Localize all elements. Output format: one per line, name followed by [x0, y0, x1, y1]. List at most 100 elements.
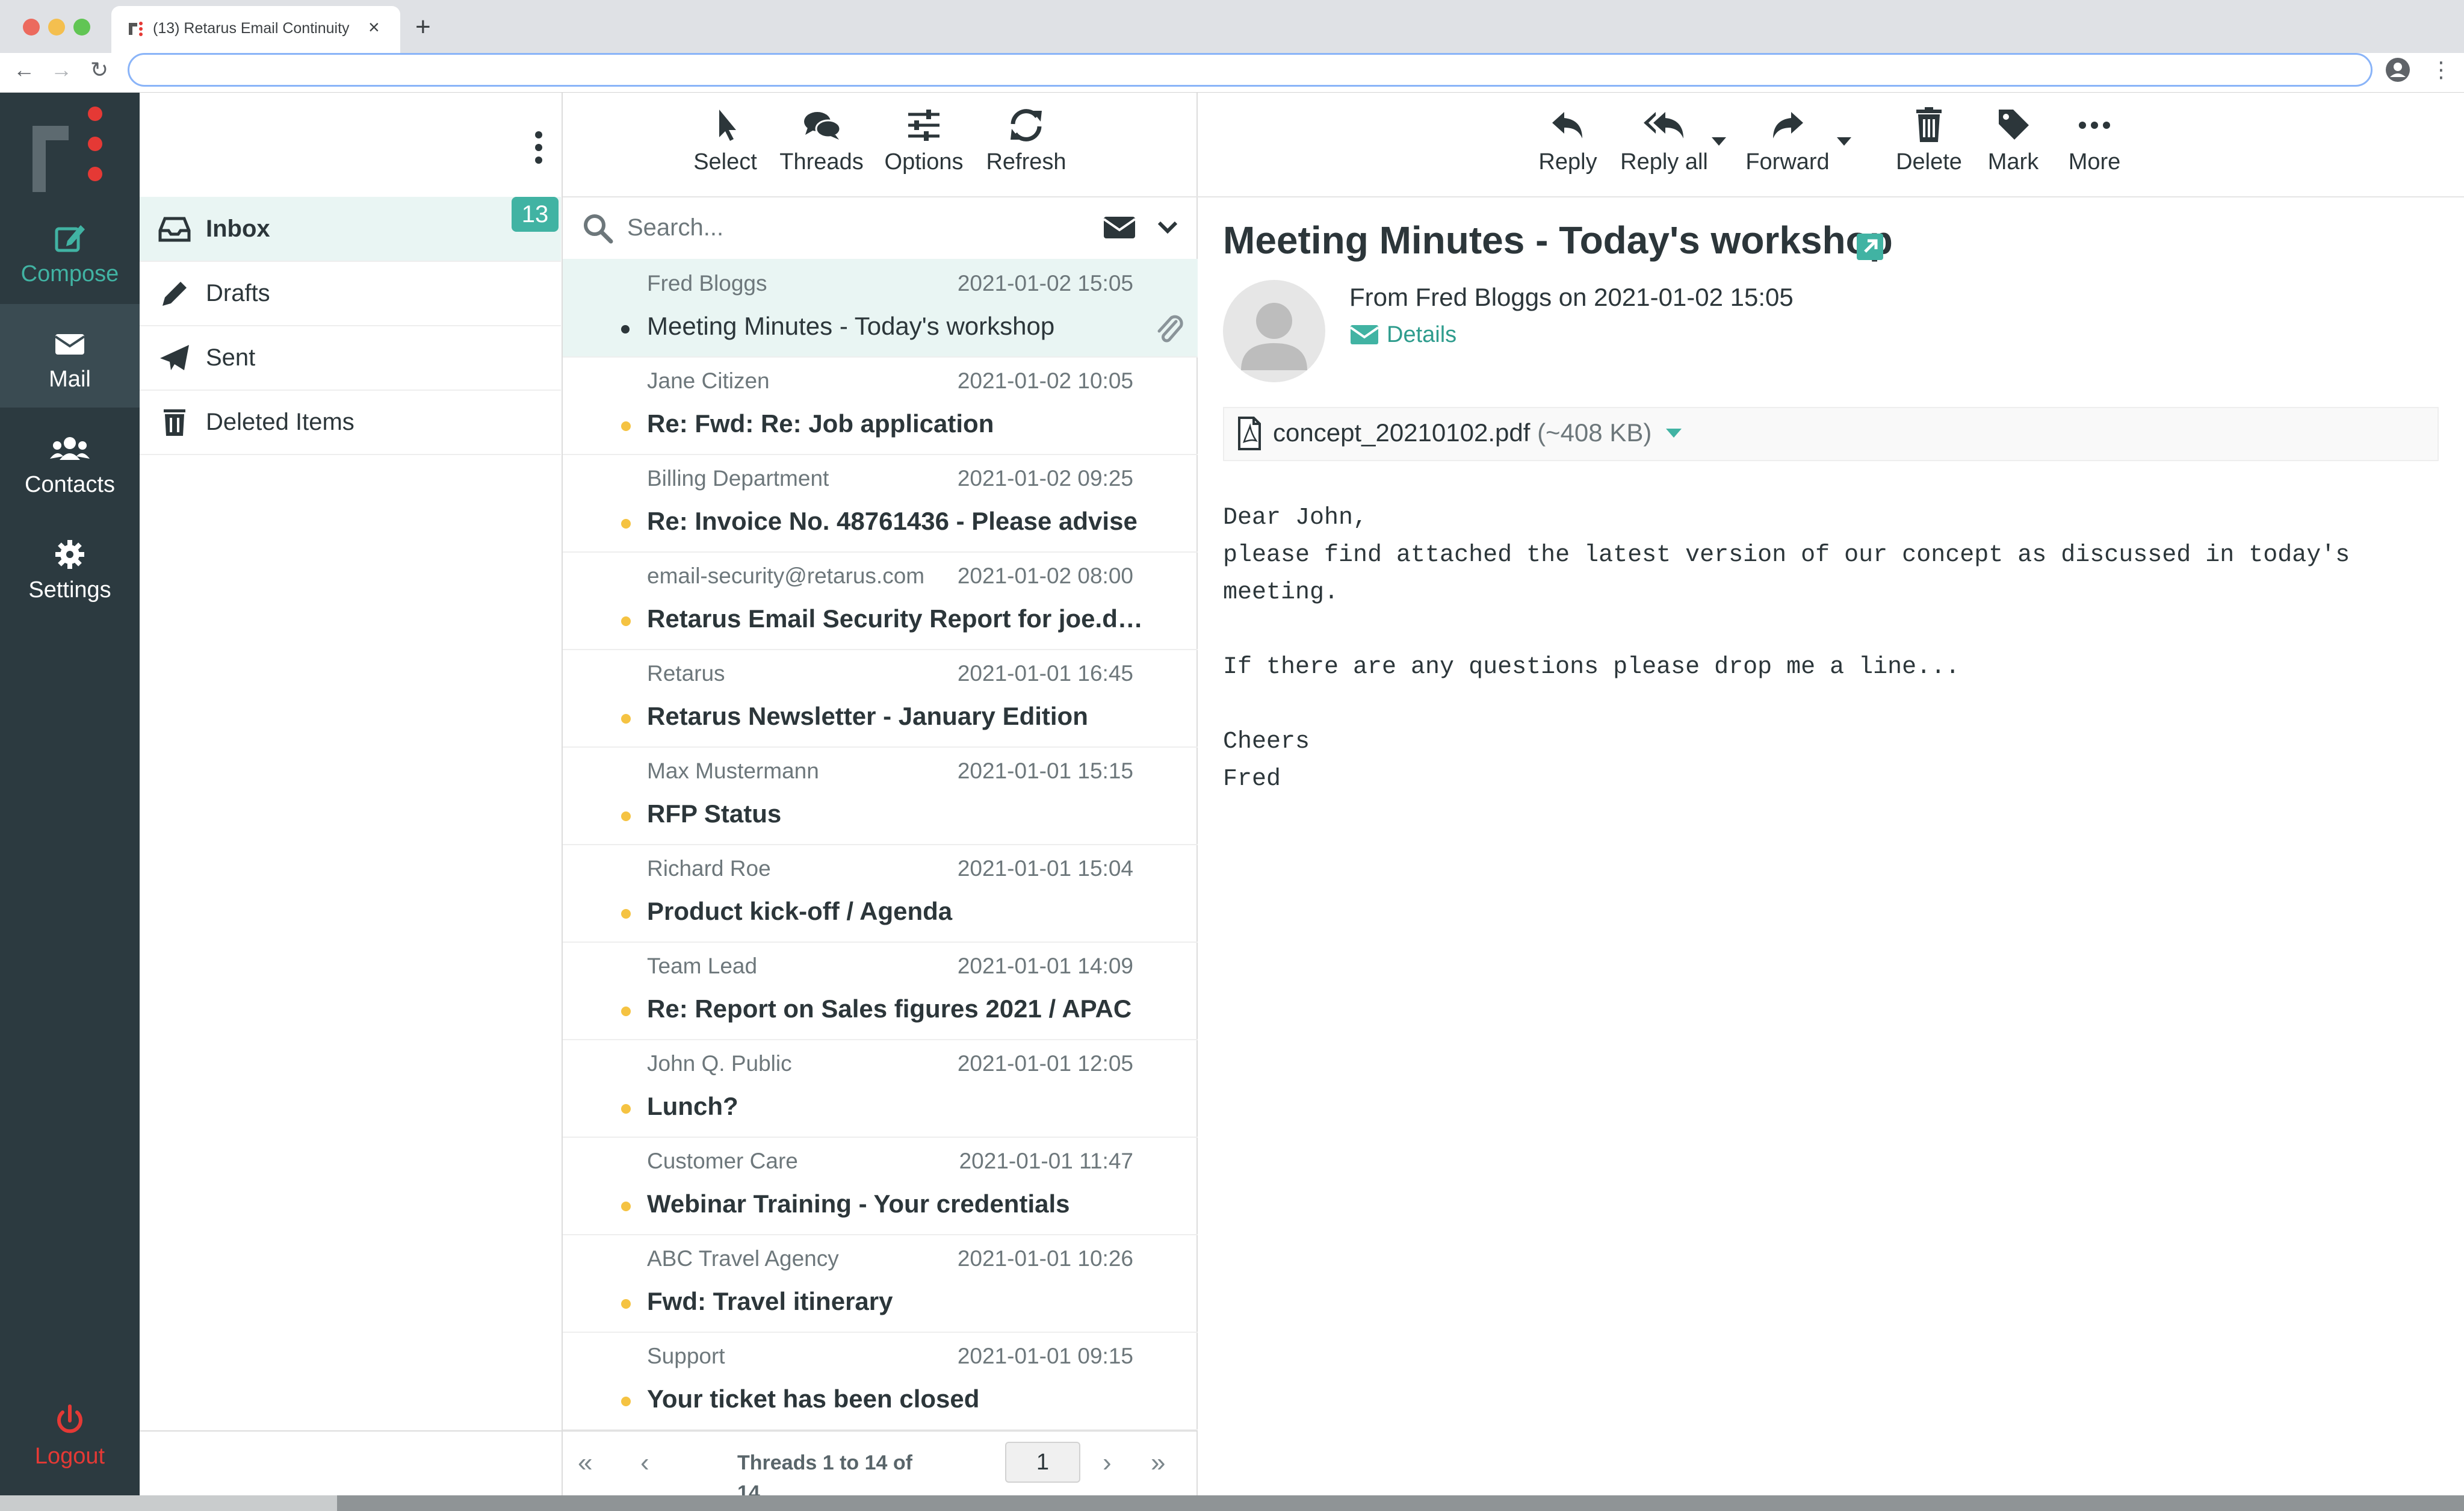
rail-contacts[interactable]: Contacts	[0, 409, 140, 513]
maximize-window-button[interactable]	[73, 19, 90, 36]
reply-all-label: Reply all	[1620, 149, 1708, 175]
paper-plane-icon	[160, 345, 189, 370]
message-subject: Re: Invoice No. 48761436 - Please advise	[647, 507, 1138, 535]
envelope-filter-icon[interactable]	[1103, 214, 1136, 241]
list-item[interactable]: John Q. Public 2021-01-01 12:05 Lunch?	[563, 1039, 1198, 1138]
app-rail	[0, 93, 140, 1495]
message-date: 2021-01-01 15:15	[957, 759, 1133, 783]
rail-compose[interactable]: Compose	[0, 199, 140, 302]
reload-icon[interactable]: ↻	[90, 57, 108, 83]
rail-settings[interactable]: Settings	[0, 515, 140, 618]
message-sender: email-security@retarus.com	[647, 563, 925, 588]
message-subject: Meeting Minutes - Today's workshop	[647, 312, 1055, 340]
folder-sent-label: Sent	[206, 344, 256, 371]
close-window-button[interactable]	[23, 19, 40, 36]
read-status-dot	[621, 325, 630, 334]
contacts-icon	[50, 437, 90, 460]
person-icon	[1241, 303, 1307, 370]
message-date: 2021-01-02 10:05	[957, 368, 1133, 393]
folder-menu-icon[interactable]	[530, 126, 548, 169]
back-arrow-icon[interactable]: ←	[13, 57, 35, 83]
unread-dot	[621, 1397, 631, 1406]
threads-button[interactable]: Threads	[776, 106, 867, 184]
forward-label: Forward	[1745, 149, 1830, 175]
details-label: Details	[1387, 322, 1457, 347]
forward-icon	[1773, 112, 1803, 138]
select-button[interactable]: Select	[692, 106, 758, 184]
reply-all-icon	[1644, 112, 1683, 138]
last-page-button[interactable]: »	[1151, 1448, 1165, 1478]
inbox-icon	[158, 217, 191, 242]
new-tab-button[interactable]: +	[415, 12, 431, 42]
attachment-dropdown-caret[interactable]	[1666, 429, 1682, 438]
mark-button[interactable]: Mark	[1980, 106, 2046, 184]
folder-drafts[interactable]: Drafts	[140, 261, 561, 326]
rail-contacts-label: Contacts	[25, 472, 115, 497]
message-sender: Max Mustermann	[647, 759, 819, 783]
list-item[interactable]: Fred Bloggs 2021-01-02 15:05 Meeting Min…	[563, 259, 1198, 358]
folder-deleted-label: Deleted Items	[206, 409, 354, 435]
search-input[interactable]	[626, 208, 1083, 247]
browser-menu-icon[interactable]: ⋮	[2430, 57, 2452, 83]
more-button[interactable]: More	[2058, 106, 2131, 184]
profile-icon[interactable]	[2385, 57, 2411, 83]
message-date: 2021-01-01 15:04	[957, 856, 1133, 881]
folder-sent[interactable]: Sent	[140, 326, 561, 391]
forward-dropdown-caret[interactable]	[1837, 137, 1851, 146]
first-page-button[interactable]: «	[578, 1448, 592, 1478]
retarus-favicon-icon	[129, 22, 143, 36]
reply-button[interactable]: Reply	[1529, 106, 1607, 184]
list-item[interactable]: Richard Roe 2021-01-01 15:04 Product kic…	[563, 844, 1198, 943]
reply-icon	[1552, 112, 1582, 138]
message-date: 2021-01-01 12:05	[957, 1051, 1133, 1076]
sliders-icon	[908, 110, 939, 141]
message-from-line: From Fred Bloggs on 2021-01-02 15:05	[1349, 283, 1794, 311]
open-external-icon[interactable]	[1857, 234, 1883, 260]
refresh-button[interactable]: Refresh	[981, 106, 1071, 184]
compose-icon	[55, 225, 85, 252]
minimize-window-button[interactable]	[48, 19, 65, 36]
forward-button[interactable]: Forward	[1739, 106, 1836, 184]
next-page-button[interactable]: ›	[1103, 1448, 1112, 1478]
message-sender: Customer Care	[647, 1149, 798, 1173]
browser-tab-title: (13) Retarus Email Continuity	[153, 20, 350, 37]
rail-mail[interactable]: Mail	[0, 304, 140, 408]
options-button[interactable]: Options	[879, 106, 969, 184]
unread-dot	[621, 909, 631, 919]
message-sender: Billing Department	[647, 466, 829, 491]
unread-dot	[621, 1007, 631, 1016]
rail-settings-label: Settings	[28, 577, 111, 603]
rail-logout[interactable]: Logout	[0, 1391, 140, 1496]
reply-all-button[interactable]: Reply all	[1613, 106, 1715, 184]
message-sender: ABC Travel Agency	[647, 1246, 839, 1271]
forward-arrow-icon[interactable]: →	[51, 57, 72, 83]
cursor-icon	[719, 110, 736, 141]
reply-all-dropdown-caret[interactable]	[1712, 137, 1726, 146]
details-link[interactable]: Details	[1349, 322, 1456, 348]
list-item[interactable]: Support 2021-01-01 09:15 Your ticket has…	[563, 1332, 1198, 1430]
folder-deleted-items[interactable]: Deleted Items	[140, 390, 561, 455]
chevron-down-icon[interactable]	[1157, 219, 1178, 236]
list-item[interactable]: Customer Care 2021-01-01 11:47 Webinar T…	[563, 1137, 1198, 1235]
rail-mail-label: Mail	[49, 367, 91, 392]
rail-compose-label: Compose	[20, 261, 119, 287]
list-item[interactable]: Team Lead 2021-01-01 14:09 Re: Report on…	[563, 942, 1198, 1040]
list-item[interactable]: Max Mustermann 2021-01-01 15:15 RFP Stat…	[563, 746, 1198, 845]
folder-inbox-label: Inbox	[206, 216, 270, 242]
attachment-link[interactable]: concept_20210102.pdf (~408 KB)	[1273, 416, 1651, 450]
list-item[interactable]: Billing Department 2021-01-02 09:25 Re: …	[563, 454, 1198, 553]
message-subject: Webinar Training - Your credentials	[647, 1190, 1070, 1218]
page-number-input[interactable]	[1005, 1442, 1080, 1483]
folder-inbox[interactable]: Inbox	[140, 197, 561, 262]
close-tab-icon[interactable]: ×	[368, 17, 380, 37]
list-item[interactable]: email-security@retarus.com 2021-01-02 08…	[563, 551, 1198, 650]
previous-page-button[interactable]: ‹	[640, 1448, 649, 1478]
list-item[interactable]: Jane Citizen 2021-01-02 10:05 Re: Fwd: R…	[563, 356, 1198, 455]
delete-button[interactable]: Delete	[1887, 106, 1971, 184]
list-item[interactable]: Retarus 2021-01-01 16:45 Retarus Newslet…	[563, 649, 1198, 748]
message-sender: Jane Citizen	[647, 368, 770, 393]
unread-dot	[621, 616, 631, 626]
retarus-logo	[33, 107, 102, 192]
list-item[interactable]: ABC Travel Agency 2021-01-01 10:26 Fwd: …	[563, 1234, 1198, 1333]
address-bar[interactable]	[128, 53, 2373, 87]
